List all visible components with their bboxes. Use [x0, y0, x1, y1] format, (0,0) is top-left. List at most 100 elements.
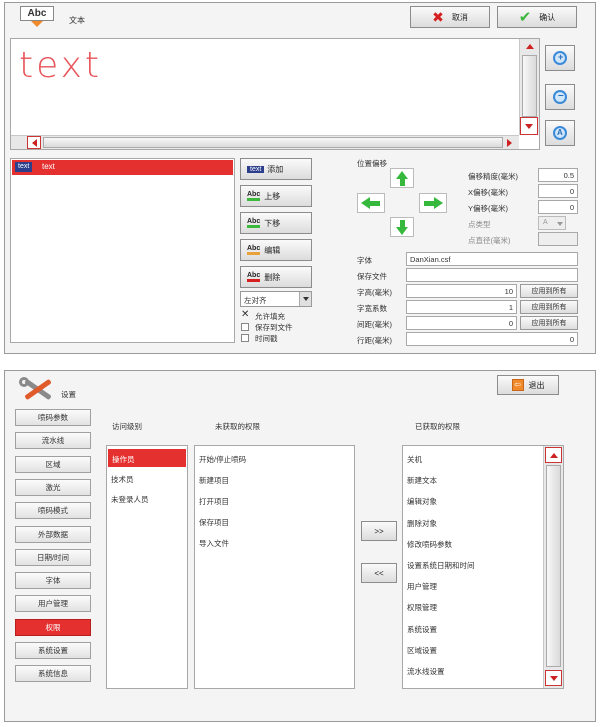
- text-object-list[interactable]: text text: [10, 158, 235, 343]
- align-select[interactable]: 左对齐: [240, 291, 312, 307]
- checkbox-label: 保存到文件: [255, 323, 293, 332]
- grant-permission-button[interactable]: >>: [361, 521, 397, 541]
- apply-all-width-button[interactable]: 应用到所有: [520, 300, 578, 314]
- x-offset-field[interactable]: 0: [538, 184, 578, 198]
- list-item-selected[interactable]: text text: [12, 160, 233, 175]
- char-width-field[interactable]: 1: [406, 300, 517, 314]
- revoke-permission-button[interactable]: <<: [361, 563, 397, 583]
- list-item[interactable]: 权限管理: [407, 602, 437, 613]
- nav-item-2[interactable]: 区域: [15, 455, 91, 473]
- nav-item-8[interactable]: 用户管理: [15, 595, 91, 613]
- nav-item-3[interactable]: 激光: [15, 478, 91, 496]
- exit-label: 退出: [528, 380, 545, 390]
- checkbox-timestamp[interactable]: 时间戳: [241, 333, 311, 343]
- arrow-up-button[interactable]: [390, 168, 414, 188]
- list-item[interactable]: 编辑对象: [407, 496, 437, 507]
- list-item[interactable]: 修改喷码参数: [407, 539, 452, 550]
- list-item[interactable]: 流水线设置: [407, 666, 445, 677]
- list-item[interactable]: 新建文本: [407, 475, 437, 486]
- checkbox-save-to-file[interactable]: 保存到文件: [241, 322, 311, 332]
- exit-button[interactable]: ⇦ 退出: [497, 375, 559, 395]
- nav-item-10[interactable]: 系统设置: [15, 642, 91, 659]
- apply-all-spacing-button[interactable]: 应用到所有: [520, 316, 578, 330]
- dot-type-select[interactable]: A: [538, 216, 566, 230]
- level-item-not-logged-in[interactable]: 未登录人员: [111, 494, 149, 505]
- editor-title: 文本: [69, 16, 85, 25]
- nav-item-0[interactable]: 喷码参数: [15, 409, 91, 426]
- zoom-out-button[interactable]: –: [545, 84, 575, 110]
- save-file-field[interactable]: [406, 268, 578, 282]
- dot-diameter-label: 点直径(毫米): [468, 236, 511, 245]
- chevron-down-icon: [299, 292, 311, 306]
- list-item[interactable]: 打开项目: [199, 496, 229, 507]
- list-item[interactable]: 保存项目: [199, 517, 229, 528]
- scroll-left-icon: [31, 138, 37, 147]
- text-preview-canvas[interactable]: text: [10, 38, 540, 150]
- list-item[interactable]: 用户管理: [407, 581, 437, 592]
- abc-text-icon: Abc: [20, 6, 54, 28]
- access-level-list[interactable]: 操作员 技术员 未登录人员: [106, 445, 188, 689]
- add-button[interactable]: text 添加: [240, 158, 312, 180]
- precision-field[interactable]: 0.5: [538, 168, 578, 182]
- scroll-right-icon[interactable]: [507, 139, 512, 147]
- scroll-thumb-vertical[interactable]: [546, 465, 561, 667]
- nav-item-5[interactable]: 外部数据: [15, 525, 91, 543]
- apply-all-height-button[interactable]: 应用到所有: [520, 284, 578, 298]
- cancel-label: 取消: [451, 12, 468, 22]
- line-spacing-field[interactable]: 0: [406, 332, 578, 346]
- zoom-in-button[interactable]: +: [545, 45, 575, 71]
- zoom-fit-icon: A: [553, 126, 567, 140]
- text-add-icon: text: [247, 165, 265, 173]
- delete-button[interactable]: Abc 删除: [240, 266, 312, 288]
- spacing-field[interactable]: 0: [406, 316, 517, 330]
- arrow-right-button[interactable]: [419, 193, 447, 213]
- scroll-thumb-horizontal[interactable]: [43, 137, 503, 148]
- y-offset-field[interactable]: 0: [538, 200, 578, 214]
- nav-item-6[interactable]: 日期/时间: [15, 548, 91, 566]
- obtained-permissions-list[interactable]: 关机新建文本编辑对象删除对象修改喷码参数设置系统日期和时间 用户管理权限管理系统设…: [402, 445, 564, 689]
- scroll-up-button[interactable]: [545, 447, 562, 463]
- ok-button[interactable]: ✔ 确认: [497, 6, 577, 28]
- cancel-button[interactable]: ✖ 取消: [410, 6, 490, 28]
- nav-item-1[interactable]: 流水线: [15, 432, 91, 450]
- nav-item-9[interactable]: 权限: [15, 618, 91, 636]
- char-height-field[interactable]: 10: [406, 284, 517, 298]
- horizontal-scrollbar[interactable]: [11, 135, 519, 149]
- scroll-down-button[interactable]: [520, 117, 538, 135]
- list-item[interactable]: 区域设置: [407, 645, 437, 656]
- arrow-left-button[interactable]: [357, 193, 385, 213]
- arrow-down-button[interactable]: [390, 217, 414, 237]
- level-item-operator[interactable]: 操作员: [108, 449, 186, 467]
- unobtained-header: 未获取的权限: [215, 422, 260, 431]
- scroll-left-button[interactable]: [27, 136, 41, 149]
- vertical-scrollbar[interactable]: [543, 446, 563, 688]
- move-down-label: 下移: [264, 218, 281, 228]
- list-item[interactable]: 删除对象: [407, 518, 437, 529]
- list-item[interactable]: 设置系统日期和时间: [407, 560, 475, 571]
- list-item[interactable]: 激光设置: [407, 687, 437, 688]
- move-down-button[interactable]: Abc 下移: [240, 212, 312, 234]
- list-item[interactable]: 导入文件: [199, 538, 229, 549]
- nav-item-4[interactable]: 喷码模式: [15, 502, 91, 520]
- ok-label: 确认: [539, 12, 556, 22]
- nav-item-7[interactable]: 字体: [15, 572, 91, 590]
- scroll-up-icon[interactable]: [526, 44, 534, 49]
- nav-item-11[interactable]: 系统信息: [15, 665, 91, 683]
- zoom-fit-button[interactable]: A: [545, 120, 575, 146]
- list-item[interactable]: 新建项目: [199, 475, 229, 486]
- checkbox-allow-fill[interactable]: ✕ 允许填充: [241, 309, 311, 321]
- move-up-label: 上移: [264, 191, 281, 201]
- dot-diameter-field[interactable]: [538, 232, 578, 246]
- font-field[interactable]: DanXian.csf: [406, 252, 578, 266]
- list-item[interactable]: 开始/停止喷码: [199, 454, 246, 465]
- list-item[interactable]: 系统设置: [407, 624, 437, 635]
- list-item[interactable]: 关机: [407, 454, 422, 465]
- scroll-thumb-vertical[interactable]: [522, 55, 537, 117]
- edit-button[interactable]: Abc 编辑: [240, 239, 312, 261]
- unobtained-permissions-list[interactable]: 开始/停止喷码 新建项目 打开项目 保存项目 导入文件: [194, 445, 355, 689]
- level-item-technician[interactable]: 技术员: [111, 474, 134, 485]
- x-offset-label: X偏移(毫米): [468, 188, 508, 197]
- scroll-down-button[interactable]: [545, 670, 562, 686]
- add-label: 添加: [267, 164, 284, 174]
- move-up-button[interactable]: Abc 上移: [240, 185, 312, 207]
